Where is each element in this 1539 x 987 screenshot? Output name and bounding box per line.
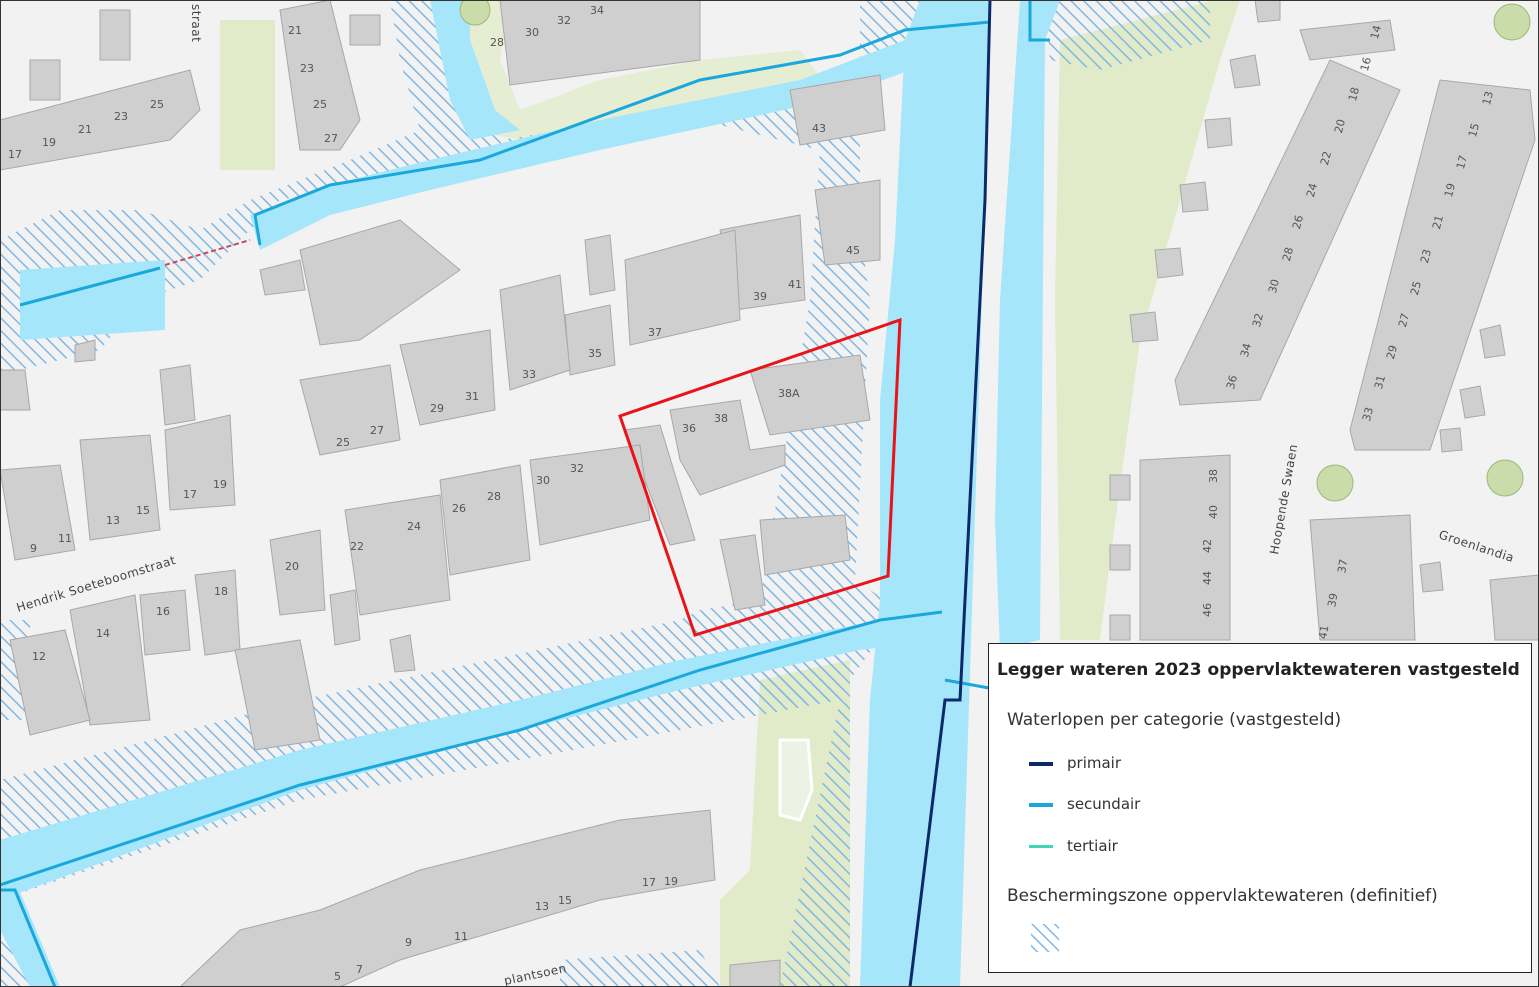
house-number: 42	[1201, 539, 1214, 553]
house-number: 32	[557, 14, 571, 27]
house-number: 39	[1325, 592, 1340, 608]
house-number: 16	[156, 605, 170, 618]
house-number: 25	[150, 98, 164, 111]
house-number: 37	[648, 326, 662, 339]
hatch-swatch-icon	[1031, 924, 1059, 952]
house-number: 27	[370, 424, 384, 437]
house-number: 24	[407, 520, 421, 533]
house-number: 9	[405, 936, 412, 949]
house-number: 17	[642, 876, 656, 889]
house-number: 22	[350, 540, 364, 553]
street-label-straat: straat	[189, 4, 203, 42]
legend-item-label: tertiair	[1067, 837, 1118, 855]
house-number: 18	[214, 585, 228, 598]
house-number: 36	[682, 422, 696, 435]
house-number: 33	[522, 368, 536, 381]
house-number: 9	[30, 542, 37, 555]
legend-category-header: Waterlopen per categorie (vastgesteld)	[1007, 710, 1342, 730]
house-number: 40	[1207, 505, 1220, 519]
house-number: 41	[1316, 624, 1331, 640]
map-legend: Legger wateren 2023 oppervlaktewateren v…	[988, 643, 1532, 973]
house-number: 19	[664, 875, 678, 888]
house-number: 30	[536, 474, 550, 487]
house-number: 28	[490, 36, 504, 49]
house-number: 32	[570, 462, 584, 475]
house-number: 45	[846, 244, 860, 257]
house-number: 21	[78, 123, 92, 136]
house-number: 11	[58, 532, 72, 545]
house-number: 35	[588, 347, 602, 360]
house-number: 17	[183, 488, 197, 501]
house-number: 31	[465, 390, 479, 403]
house-number: 19	[42, 136, 56, 149]
house-number: 37	[1335, 558, 1350, 574]
house-number: 41	[788, 278, 802, 291]
secundair-line-icon	[1029, 803, 1053, 807]
house-number: 19	[213, 478, 227, 491]
house-number: 17	[8, 148, 22, 161]
house-number: 30	[525, 26, 539, 39]
house-number: 11	[454, 930, 468, 943]
house-number: 46	[1201, 603, 1214, 617]
house-number: 23	[300, 62, 314, 75]
house-number: 15	[558, 894, 572, 907]
house-number: 38	[1207, 469, 1220, 483]
legend-item-label: secundair	[1067, 795, 1141, 813]
house-number: 38	[714, 412, 728, 425]
house-number: 38A	[778, 387, 800, 400]
house-number: 39	[753, 290, 767, 303]
legend-zone-header: Beschermingszone oppervlaktewateren (def…	[1007, 886, 1438, 906]
house-number: 21	[288, 24, 302, 37]
house-number: 27	[324, 132, 338, 145]
house-number: 34	[590, 4, 604, 17]
house-number: 14	[96, 627, 110, 640]
house-number: 25	[336, 436, 350, 449]
house-number: 20	[285, 560, 299, 573]
primair-line-icon	[1029, 762, 1053, 766]
house-number: 12	[32, 650, 46, 663]
house-number: 29	[430, 402, 444, 415]
house-number: 13	[106, 514, 120, 527]
house-number: 13	[535, 900, 549, 913]
house-number: 5	[334, 970, 341, 983]
legend-title: Legger wateren 2023 oppervlaktewateren v…	[997, 660, 1520, 680]
house-number: 43	[812, 122, 826, 135]
house-number: 23	[114, 110, 128, 123]
house-number: 15	[136, 504, 150, 517]
house-number: 44	[1201, 571, 1214, 585]
house-number: 7	[356, 963, 363, 976]
house-number: 25	[313, 98, 327, 111]
tertiair-line-icon	[1029, 845, 1053, 848]
house-number: 26	[452, 502, 466, 515]
legend-item-label: primair	[1067, 754, 1121, 772]
house-number: 28	[487, 490, 501, 503]
